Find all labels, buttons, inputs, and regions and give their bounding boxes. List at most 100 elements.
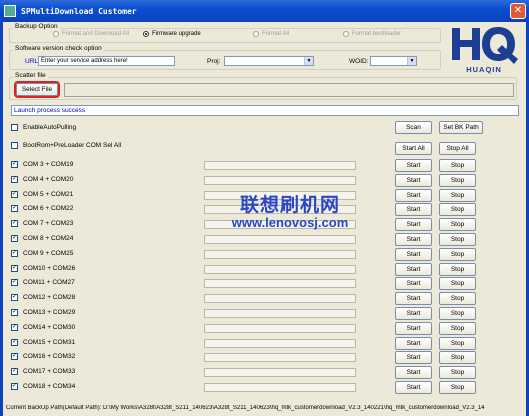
port-stop-button[interactable]: Stop [439,263,476,276]
backup-option-label: Backup Option [13,23,60,30]
port-stop-button[interactable]: Stop [439,366,476,379]
watermark-title: 联想刷机网 [239,195,340,216]
port-start-button[interactable]: Start [395,307,432,320]
port-checkbox[interactable]: ✓ COM 5 + COM21 [11,191,73,198]
port-stop-button[interactable]: Stop [439,351,476,364]
port-stop-button[interactable]: Stop [439,292,476,305]
port-progress-bar [204,383,356,392]
status-text: Launch process success [11,105,519,116]
port-stop-button[interactable]: Stop [439,174,476,187]
port-checkbox[interactable]: ✓ COM 4 + COM20 [11,176,73,183]
port-label: COM11 + COM27 [23,279,75,286]
port-start-button[interactable]: Start [395,277,432,290]
select-file-button[interactable]: Select File [14,81,60,98]
radio-firmware-upgrade[interactable]: Firmware upgrade [143,31,201,37]
port-start-button[interactable]: Start [395,366,432,379]
radio-format-download-all[interactable]: Format and Download All [53,31,129,37]
set-bk-path-button[interactable]: Set BK Path [439,121,483,134]
port-start-button[interactable]: Start [395,248,432,261]
radio-indicator [343,31,349,37]
title-bar: SPMultiDownload Customer ✕ [0,0,529,22]
port-label: COM18 + COM34 [23,383,76,390]
port-stop-button[interactable]: Stop [439,218,476,231]
port-start-button[interactable]: Start [395,337,432,350]
port-checkbox[interactable]: ✓ COM 8 + COM24 [11,235,73,242]
port-checkbox[interactable]: ✓ COM 6 + COM22 [11,205,73,212]
url-input[interactable]: Enter your service address here! [38,56,175,66]
port-stop-button[interactable]: Stop [439,307,476,320]
radio-label: Format bootloader [352,31,402,37]
port-checkbox[interactable]: ✓ COM14 + COM30 [11,324,75,331]
port-stop-button[interactable]: Stop [439,233,476,246]
scatter-path-field[interactable] [64,83,514,97]
radio-label: Format and Download All [62,31,130,37]
close-icon[interactable]: ✕ [510,3,526,19]
port-checkbox[interactable]: ✓ COM12 + COM28 [11,294,75,301]
port-start-button[interactable]: Start [395,189,432,202]
port-checkbox[interactable]: ✓ COM 3 + COM19 [11,161,73,168]
port-stop-button[interactable]: Stop [439,189,476,202]
port-stop-button[interactable]: Stop [439,322,476,335]
port-start-button[interactable]: Start [395,381,432,394]
watermark-url: www.lenovosj.com [231,215,349,230]
port-checkbox[interactable]: ✓ COM11 + COM27 [11,279,75,286]
stop-all-button[interactable]: Stop All [439,142,476,155]
port-progress-bar [204,339,356,348]
port-start-button[interactable]: Start [395,218,432,231]
proj-label: Proj: [207,58,221,65]
bootrom-preloader-checkbox[interactable]: BootRom+PreLoader COM Sel All [11,142,121,149]
port-start-button[interactable]: Start [395,203,432,216]
checkbox-indicator: ✓ [11,265,18,272]
port-checkbox[interactable]: ✓ COM18 + COM34 [11,383,75,390]
port-checkbox[interactable]: ✓ COM 7 + COM23 [11,220,73,227]
scan-button[interactable]: Scan [395,121,432,134]
checkbox-indicator: ✓ [11,250,18,257]
chevron-down-icon[interactable]: ▼ [304,57,313,65]
port-stop-button[interactable]: Stop [439,337,476,350]
checkbox-indicator: ✓ [11,383,18,390]
radio-format-all[interactable]: Format All [253,31,289,37]
radio-indicator [143,31,149,37]
port-progress-bar [204,309,356,318]
port-start-button[interactable]: Start [395,292,432,305]
port-checkbox[interactable]: ✓ COM13 + COM29 [11,309,75,316]
backup-path-footer: Current BackUp Path(Default Path): D:\My… [6,405,485,411]
checkbox-label: BootRom+PreLoader COM Sel All [23,142,122,149]
woid-label: WOID: [349,58,369,65]
proj-select[interactable]: ▼ [224,56,314,66]
port-label: COM 3 + COM19 [23,161,74,168]
huaqin-logo: HUAQIN [452,27,518,74]
port-start-button[interactable]: Start [395,159,432,172]
port-stop-button[interactable]: Stop [439,203,476,216]
port-stop-button[interactable]: Stop [439,277,476,290]
checkbox-indicator: ✓ [11,279,18,286]
port-checkbox[interactable]: ✓ COM15 + COM31 [11,339,75,346]
port-checkbox[interactable]: ✓ COM 9 + COM25 [11,250,73,257]
enable-auto-pulling-checkbox[interactable]: EnableAutoPulling [11,124,76,131]
chevron-down-icon[interactable]: ▼ [407,57,416,65]
port-start-button[interactable]: Start [395,233,432,246]
window-title: SPMultiDownload Customer [21,6,137,16]
checkbox-indicator: ✓ [11,205,18,212]
port-start-button[interactable]: Start [395,351,432,364]
checkbox-indicator: ✓ [11,353,18,360]
port-progress-bar [204,279,356,288]
port-checkbox[interactable]: ✓ COM10 + COM26 [11,265,75,272]
port-start-button[interactable]: Start [395,174,432,187]
woid-select[interactable]: ▼ [370,56,417,66]
start-all-button[interactable]: Start All [395,142,432,155]
port-stop-button[interactable]: Stop [439,381,476,394]
port-progress-bar [204,235,356,244]
port-checkbox[interactable]: ✓ COM16 + COM32 [11,353,75,360]
port-stop-button[interactable]: Stop [439,248,476,261]
radio-format-bootloader[interactable]: Format bootloader [343,31,401,37]
port-stop-button[interactable]: Stop [439,159,476,172]
port-start-button[interactable]: Start [395,322,432,335]
port-progress-bar [204,294,356,303]
port-checkbox[interactable]: ✓ COM17 + COM33 [11,368,75,375]
port-start-button[interactable]: Start [395,263,432,276]
port-progress-bar [204,161,356,170]
radio-indicator [53,31,59,37]
port-label: COM 7 + COM23 [23,220,74,227]
radio-label: Format All [262,31,290,37]
